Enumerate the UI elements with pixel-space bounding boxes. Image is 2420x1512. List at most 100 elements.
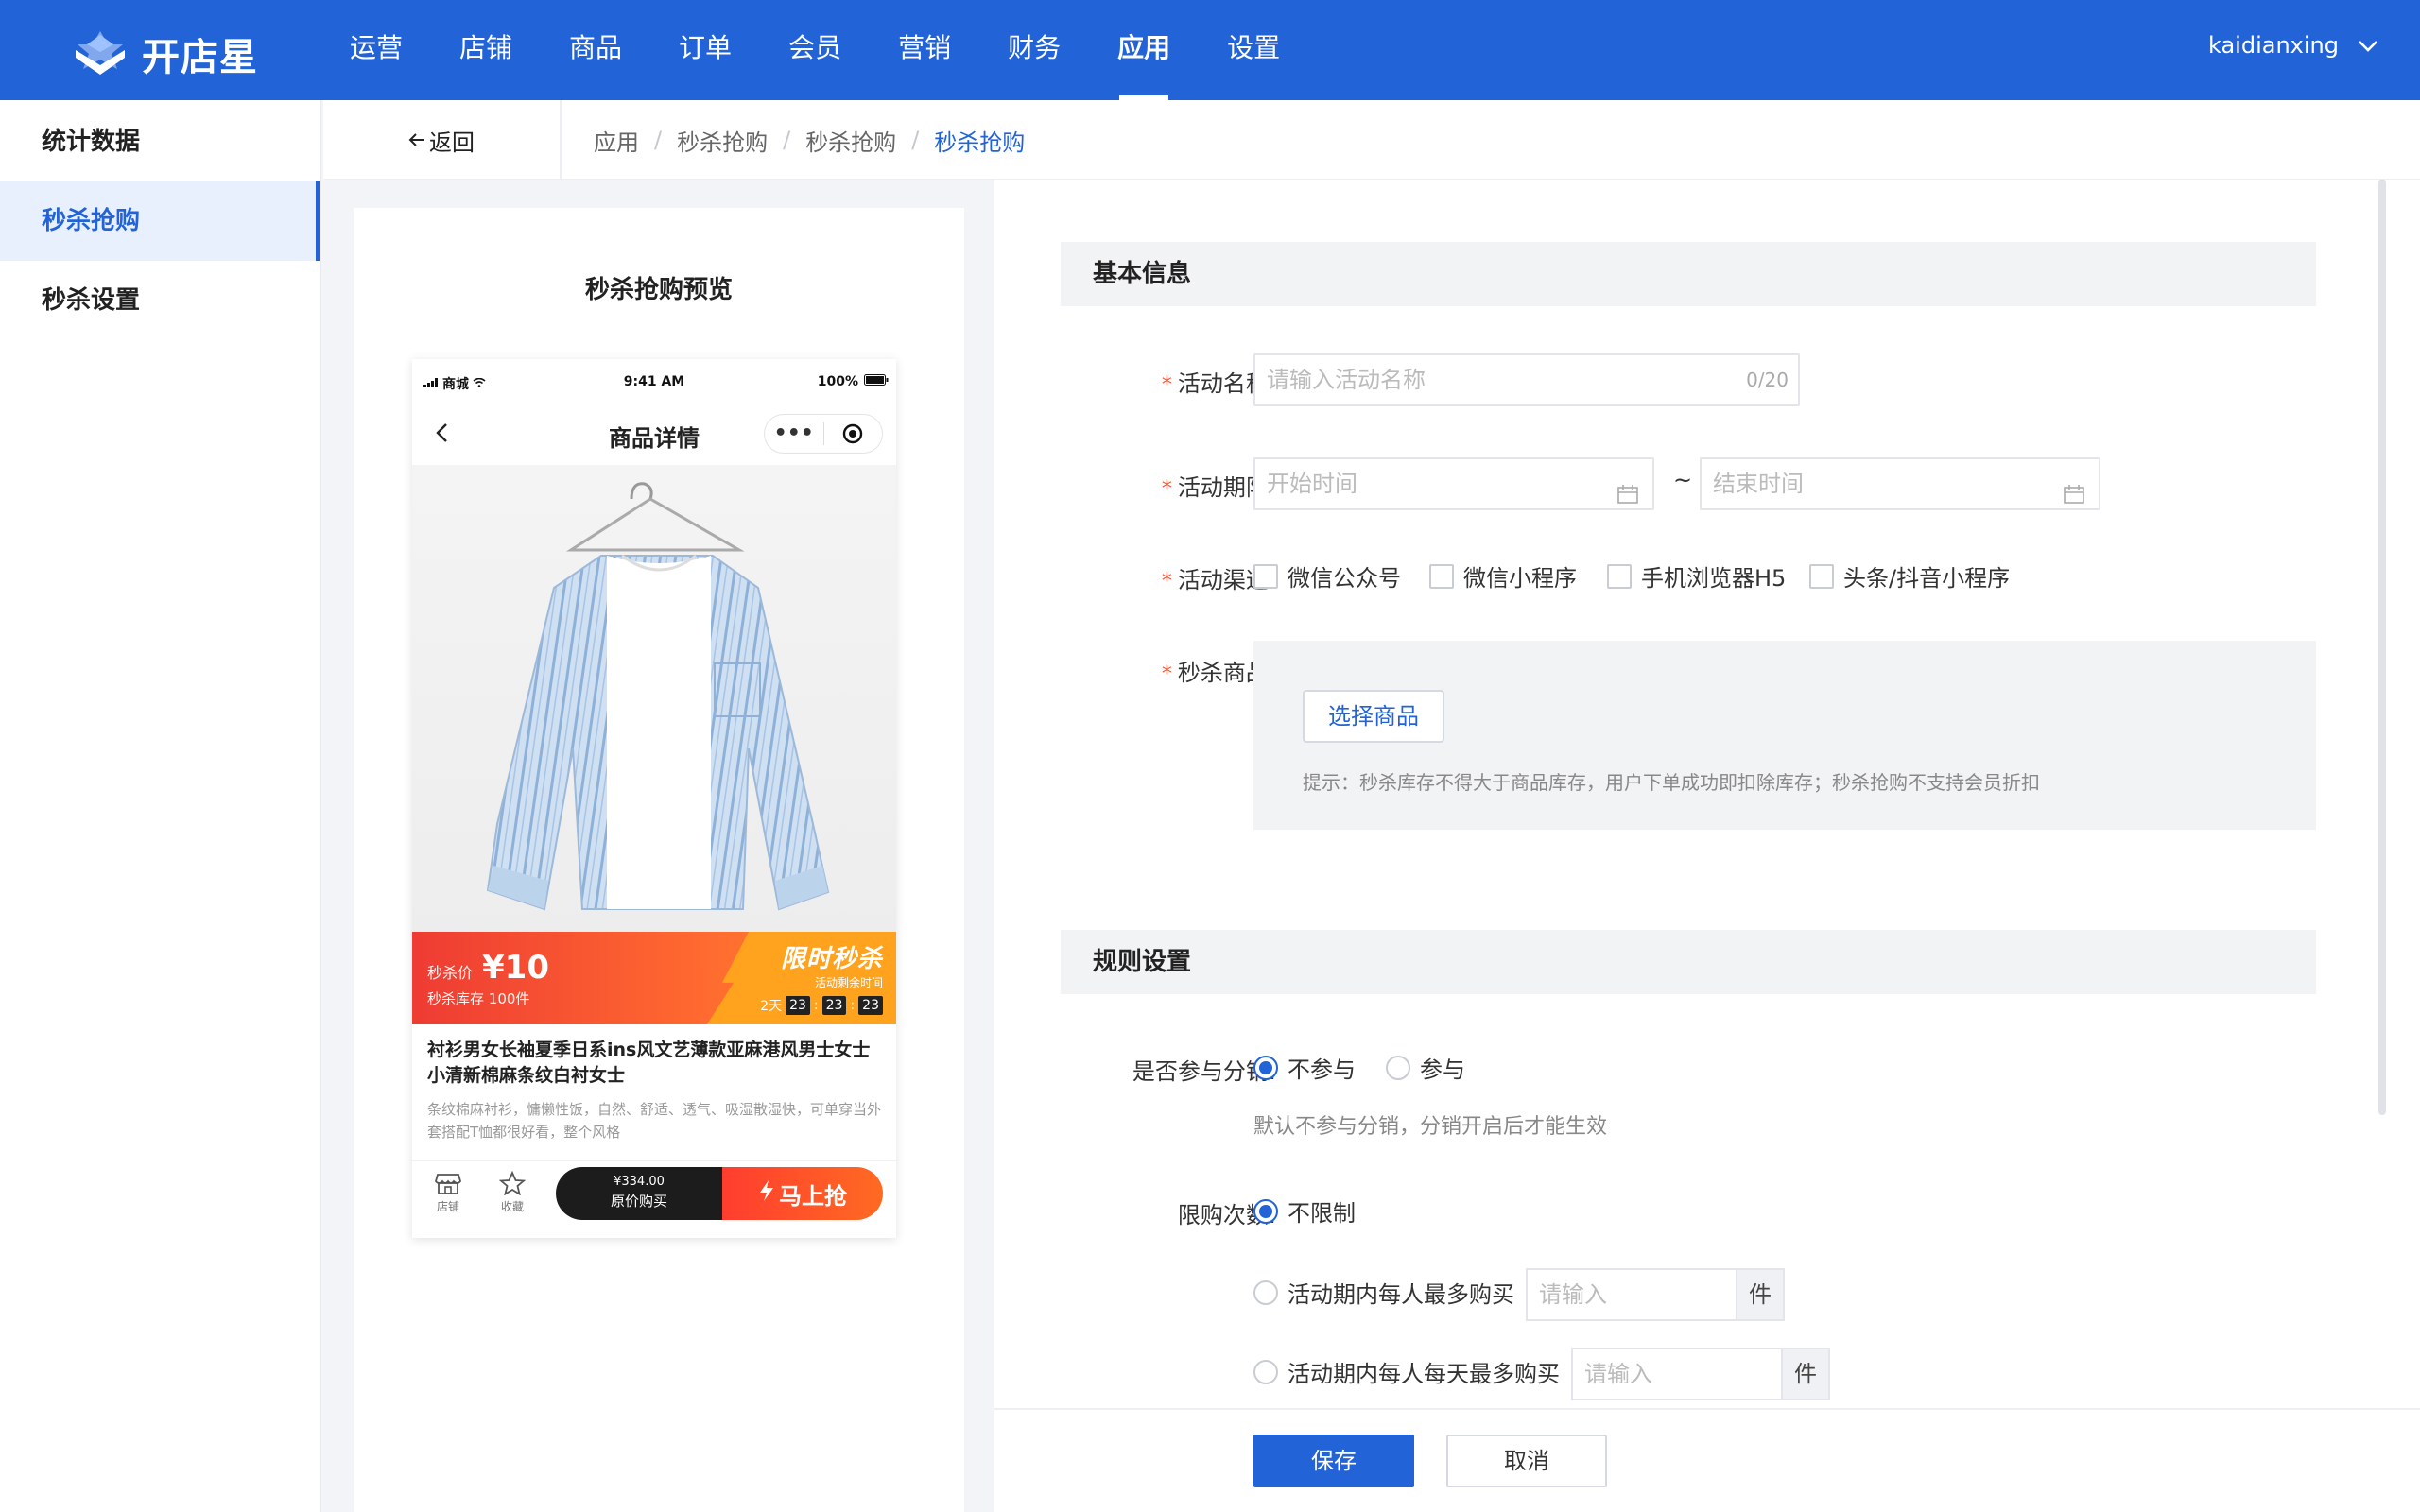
limit-per-person-input[interactable]: 请输入 件: [1526, 1268, 1785, 1321]
brand-logo[interactable]: 开店星: [70, 26, 258, 81]
countdown: 2天 23 : 23 : 23: [722, 996, 883, 1015]
save-button[interactable]: 保存: [1253, 1435, 1414, 1487]
top-navbar: 开店星 运营 店铺 商品 订单 会员 营销 财务 应用 设置 kaidianxi…: [0, 0, 2420, 100]
buy-now-label: 马上抢: [779, 1182, 847, 1210]
checkbox[interactable]: [1429, 563, 1454, 589]
activity-channel-label: * 活动渠道:: [1161, 567, 1276, 593]
nav-item-marketing[interactable]: 营销: [873, 0, 976, 100]
limited-time-badge: 限时秒杀: [780, 945, 883, 973]
nav-item-orders[interactable]: 订单: [654, 0, 756, 100]
nav-item-members[interactable]: 会员: [764, 0, 866, 100]
start-time-input[interactable]: 开始时间: [1253, 457, 1654, 510]
sidebar-item-statistics[interactable]: 统计数据: [0, 102, 320, 181]
start-time-placeholder: 开始时间: [1267, 471, 1357, 497]
activity-period-label: * 活动期限:: [1161, 474, 1276, 501]
unit-suffix: 件: [1736, 1268, 1785, 1321]
close-target-icon[interactable]: [824, 422, 883, 445]
channel-h5[interactable]: 手机浏览器H5: [1607, 559, 1786, 593]
countdown-hours: 23: [786, 996, 810, 1015]
sidebar-item-flash-sale[interactable]: 秒杀抢购: [0, 181, 320, 261]
product-image: [412, 465, 896, 932]
required-mark: *: [1161, 662, 1172, 686]
breadcrumb-current: 秒杀抢购: [934, 129, 1026, 156]
calendar-icon: [2063, 472, 2085, 522]
unit-suffix: 件: [1781, 1348, 1830, 1400]
form-footer: 保存 取消: [994, 1408, 2420, 1512]
store-shortcut[interactable]: 店铺: [420, 1171, 476, 1214]
checkbox[interactable]: [1809, 563, 1834, 589]
required-mark: *: [1161, 373, 1172, 397]
goods-hint: 提示：秒杀库存不得大于商品库存，用户下单成功即扣除库存；秒杀抢购不支持会员折扣: [1303, 771, 2040, 794]
radio[interactable]: [1253, 1280, 1278, 1305]
limit-per-day-radio[interactable]: 活动期内每人每天最多购买: [1253, 1355, 1560, 1388]
activity-name-label: * 活动名称:: [1161, 370, 1276, 397]
breadcrumb-separator: /: [783, 127, 791, 153]
limit-none-radio[interactable]: 不限制: [1253, 1194, 1356, 1228]
breadcrumb-item[interactable]: 秒杀抢购: [805, 124, 896, 157]
original-price: ¥334.00: [614, 1175, 665, 1189]
username: kaidianxing: [2208, 32, 2339, 59]
chevron-down-icon: [2358, 32, 2378, 59]
limit-per-day-placeholder[interactable]: 请输入: [1571, 1348, 1781, 1400]
required-mark: *: [1161, 570, 1172, 593]
flash-price: ¥10: [482, 949, 549, 987]
more-icon[interactable]: •••: [765, 414, 823, 454]
nav-item-operations[interactable]: 运营: [325, 0, 427, 100]
flash-goods-label: * 秒杀商品:: [1161, 660, 1276, 686]
sidebar: 统计数据 秒杀抢购 秒杀设置: [0, 100, 321, 1512]
char-counter: 0/20: [1746, 369, 1789, 391]
distribution-no-radio[interactable]: 不参与: [1253, 1051, 1356, 1084]
limit-per-person-placeholder[interactable]: 请输入: [1526, 1268, 1736, 1321]
buy-original-button[interactable]: ¥334.00 原价购买: [556, 1167, 722, 1220]
store-label: 店铺: [436, 1200, 459, 1213]
cancel-button[interactable]: 取消: [1446, 1435, 1607, 1487]
back-button[interactable]: 返回: [323, 100, 562, 180]
checkbox[interactable]: [1607, 563, 1632, 589]
favorite-shortcut[interactable]: 收藏: [484, 1170, 541, 1214]
calendar-icon: [1616, 472, 1639, 522]
user-menu[interactable]: kaidianxing: [2208, 32, 2378, 59]
end-time-placeholder: 结束时间: [1713, 471, 1804, 497]
flash-stock-label: 秒杀库存: [427, 990, 485, 1007]
radio[interactable]: [1253, 1198, 1278, 1224]
select-goods-button[interactable]: 选择商品: [1303, 690, 1444, 743]
original-buy-label: 原价购买: [610, 1193, 667, 1210]
breadcrumb-bar: 返回 应用 / 秒杀抢购 / 秒杀抢购 / 秒杀抢购: [323, 100, 2420, 180]
battery-label: 100%: [817, 374, 858, 389]
activity-name-input[interactable]: 请输入活动名称 0/20: [1253, 353, 1800, 406]
checkbox[interactable]: [1253, 563, 1278, 589]
sidebar-item-flash-settings[interactable]: 秒杀设置: [0, 261, 320, 340]
channel-wechat-official[interactable]: 微信公众号: [1253, 559, 1401, 593]
lightning-icon: [758, 1179, 775, 1208]
nav-item-goods[interactable]: 商品: [544, 0, 647, 100]
channel-wechat-mini[interactable]: 微信小程序: [1429, 559, 1577, 593]
limit-per-person-radio[interactable]: 活动期内每人最多购买: [1253, 1276, 1514, 1309]
breadcrumb-separator: /: [911, 127, 920, 153]
radio[interactable]: [1253, 1359, 1278, 1384]
nav-item-settings[interactable]: 设置: [1202, 0, 1305, 100]
breadcrumb-item[interactable]: 应用: [594, 124, 639, 157]
countdown-days: 2天: [760, 999, 783, 1014]
star-icon: [498, 1170, 527, 1198]
distribution-yes-radio[interactable]: 参与: [1386, 1051, 1465, 1084]
buy-now-button[interactable]: 马上抢: [722, 1167, 883, 1220]
nav-item-apps[interactable]: 应用: [1093, 0, 1195, 100]
favorite-label: 收藏: [500, 1200, 524, 1213]
nav-item-store[interactable]: 店铺: [435, 0, 537, 100]
required-mark: *: [1161, 477, 1172, 501]
flash-price-banner: 秒杀价 ¥10 秒杀库存 100件 限时秒杀 活动剩余时间 2天 23 : 23…: [412, 932, 896, 1024]
limit-per-day-input[interactable]: 请输入 件: [1571, 1348, 1830, 1400]
scrollbar[interactable]: [2378, 180, 2386, 1115]
nav-item-finance[interactable]: 财务: [983, 0, 1085, 100]
radio[interactable]: [1386, 1055, 1410, 1080]
section-rules: 规则设置: [1061, 930, 2316, 994]
radio[interactable]: [1253, 1055, 1278, 1080]
date-range-separator: ~: [1673, 467, 1693, 493]
distribution-hint: 默认不参与分销，分销开启后才能生效: [1253, 1115, 1608, 1139]
phone-status-bar: 商城 9:41 AM 100%: [412, 359, 896, 403]
channel-toutiao-douyin[interactable]: 头条/抖音小程序: [1809, 559, 2010, 593]
breadcrumb-item[interactable]: 秒杀抢购: [677, 124, 768, 157]
phone-bottom-bar: 店铺 收藏 ¥334.00 原价购买 马上抢: [412, 1160, 896, 1238]
end-time-input[interactable]: 结束时间: [1700, 457, 2100, 510]
logo-icon: [70, 29, 130, 78]
